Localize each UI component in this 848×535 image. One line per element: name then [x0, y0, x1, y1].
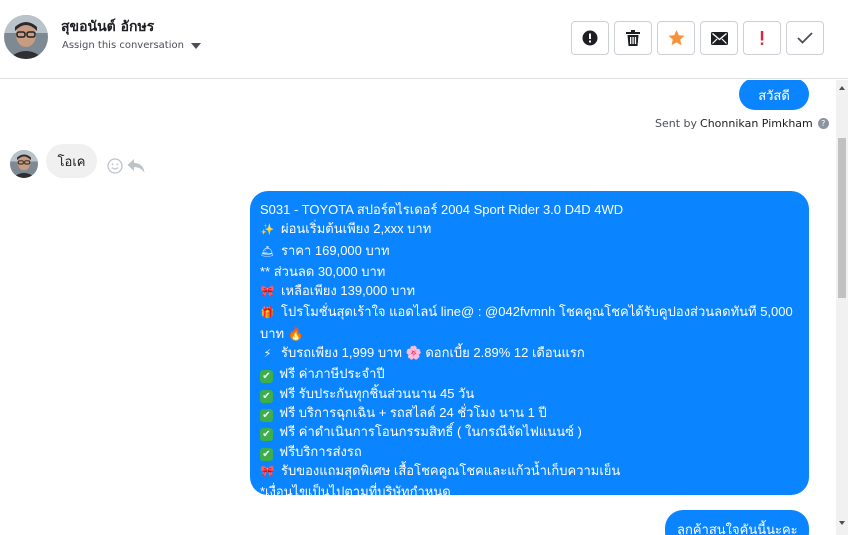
emoji-icon: 🎀 — [260, 286, 275, 299]
check-box-icon: ✔ — [260, 428, 273, 442]
assign-conversation-dropdown[interactable]: Assign this conversation — [62, 40, 201, 51]
caret-down-icon — [190, 42, 201, 49]
alert-circle-icon — [582, 30, 598, 46]
reply-icon[interactable] — [127, 158, 145, 174]
mark-unread-button[interactable] — [700, 21, 738, 55]
message-line-text: *เงื่อนไขเป็นไปตามที่บริษัทกำหนด — [260, 484, 451, 500]
flag-important-button[interactable] — [743, 21, 781, 55]
check-box-icon: ✔ — [260, 389, 273, 403]
message-line: ✨ ผ่อนเริ่มต้นเพียง 2,xxx บาท — [260, 219, 799, 240]
outgoing-message[interactable]: สวัสดีคะ — [739, 80, 809, 125]
conversation-header: สุขอนันต์ อักษร Assign this conversation — [0, 0, 848, 79]
message-line-text: ฟรี บริการฉุกเฉิน + รถสไลด์ 24 ชั่วโมง น… — [279, 404, 547, 420]
message-line-text: เหลือเพียง 139,000 บาท — [281, 283, 416, 299]
message-line-text: ฟรี ค่าภาษีประจำปี — [279, 366, 385, 382]
message-line-text: รับรถเพียง 1,999 บาท 🌸 ดอกเบี้ย 2.89% 12… — [281, 345, 585, 361]
message-line: ⚡ รับรถเพียง 1,999 บาท 🌸 ดอกเบี้ย 2.89% 1… — [260, 343, 799, 364]
message-line-text: ราคา 169,000 บาท — [281, 242, 390, 258]
emoji-icon: 🎀 — [260, 465, 275, 478]
check-box-icon: ✔ — [260, 408, 273, 422]
sent-by-prefix: Sent by — [655, 117, 698, 130]
message-line-text: ** ส่วนลด 30,000 บาท — [260, 263, 386, 279]
smiley-icon[interactable] — [107, 158, 123, 174]
message-line: ✔ ฟรี ค่าภาษีประจำปี — [260, 364, 799, 384]
emoji-icon: ✨ — [260, 224, 275, 237]
contact-avatar[interactable] — [4, 15, 48, 59]
message-line: ** ส่วนลด 30,000 บาท — [260, 262, 799, 281]
message-thread[interactable]: สวัสดีคะ Sent by Chonnikan Pimkham ? โอเ… — [0, 80, 836, 535]
emoji-icon: 🎁 — [260, 307, 275, 320]
star-button[interactable] — [657, 21, 695, 55]
message-line: ✔ ฟรี ค่าดำเนินการโอนกรรมสิทธิ์ ( ในกรณีจ… — [260, 422, 799, 442]
scrollbar-thumb[interactable] — [838, 138, 846, 298]
message-line-text: S031 - TOYOTA สปอร์ตไรเดอร์ 2004 Sport R… — [260, 202, 624, 217]
message-line-text: ฟรี ค่าดำเนินการโอนกรรมสิทธิ์ ( ในกรณีจั… — [279, 424, 582, 440]
action-toolbar — [571, 21, 824, 55]
message-line-text: ฟรี รับประกันทุกชิ้นส่วนนาน 45 วัน — [279, 385, 475, 401]
message-line: 🎁 โปรโมชั่นสุดเร้าใจ แอดไลน์ line@ : @042… — [260, 302, 799, 343]
check-box-icon: ✔ — [260, 370, 273, 384]
assign-label: Assign this conversation — [62, 40, 184, 51]
star-icon — [668, 30, 684, 46]
message-line: *เงื่อนไขเป็นไปตามที่บริษัทกำหนด — [260, 482, 799, 501]
message-line: S031 - TOYOTA สปอร์ตไรเดอร์ 2004 Sport R… — [260, 200, 799, 219]
check-box-icon: ✔ — [260, 447, 273, 461]
exclamation-icon — [760, 31, 764, 45]
contact-name: สุขอนันต์ อักษร — [61, 19, 155, 35]
trash-icon — [626, 30, 640, 46]
message-line-text: รับของแถมสุดพิเศษ เสื้อโชคคูณโชคและแก้วน… — [281, 462, 621, 478]
mark-spam-button[interactable] — [571, 21, 609, 55]
message-line-text: ผ่อนเริ่มต้นเพียง 2,xxx บาท — [281, 221, 432, 237]
customer-avatar[interactable] — [10, 150, 38, 178]
outgoing-message[interactable]: ลูกค้าสนใจคันนี้นะคะ — [665, 510, 809, 535]
sent-by-name: Chonnikan Pimkham — [700, 117, 813, 130]
mark-done-button[interactable] — [786, 21, 824, 55]
scroll-down-arrow-icon[interactable] — [839, 521, 845, 525]
info-icon[interactable]: ? — [817, 118, 829, 129]
message-line: 🛎 ราคา 169,000 บาท — [260, 241, 799, 262]
message-line: 🎀 เหลือเพียง 139,000 บาท — [260, 281, 799, 302]
delete-button[interactable] — [614, 21, 652, 55]
sent-by-label: Sent by Chonnikan Pimkham ? — [655, 117, 829, 130]
scrollbar[interactable] — [836, 80, 848, 535]
message-line-text: ฟรีบริการส่งรถ — [279, 443, 362, 459]
message-line: ✔ ฟรีบริการส่งรถ — [260, 442, 799, 461]
message-line: ✔ ฟรี บริการฉุกเฉิน + รถสไลด์ 24 ชั่วโมง … — [260, 403, 799, 422]
outgoing-message-listing[interactable]: S031 - TOYOTA สปอร์ตไรเดอร์ 2004 Sport R… — [250, 191, 809, 499]
message-line-text: โปรโมชั่นสุดเร้าใจ แอดไลน์ line@ : @042f… — [260, 304, 793, 341]
scroll-up-arrow-icon[interactable] — [839, 86, 845, 90]
check-icon — [797, 32, 813, 44]
envelope-icon — [710, 31, 728, 45]
message-line: ✔ ฟรี รับประกันทุกชิ้นส่วนนาน 45 วัน — [260, 384, 799, 403]
emoji-icon: 🛎 — [260, 245, 275, 258]
message-line: 🎀 รับของแถมสุดพิเศษ เสื้อโชคคูณโชคและแก้ว… — [260, 461, 799, 482]
emoji-icon: ⚡ — [263, 348, 272, 361]
incoming-message[interactable]: โอเค — [46, 144, 97, 178]
